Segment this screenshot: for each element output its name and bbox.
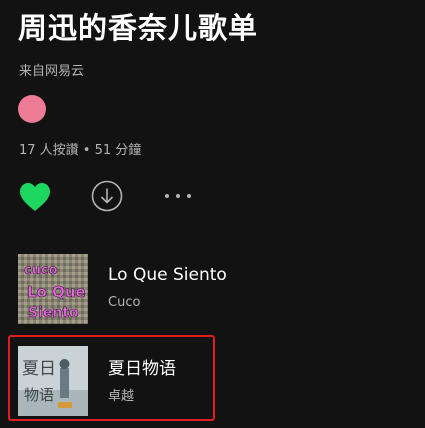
more-icon[interactable] xyxy=(161,184,195,208)
album-cover-cuco: cuco Lo Que Siento xyxy=(18,254,88,324)
playlist-source: 来自网易云 xyxy=(19,64,85,79)
playlist-title: 周迅的香奈儿歌单 xyxy=(18,11,259,45)
track-artist: Cuco xyxy=(108,295,141,310)
cover-text: 夏日 xyxy=(22,359,56,379)
playlist-stats: 17 人按讚 • 51 分鐘 xyxy=(19,143,142,158)
cover-text: 物语 xyxy=(24,386,54,404)
track-row-lo-que-siento[interactable]: cuco Lo Que Siento Lo Que Siento Cuco xyxy=(0,248,425,328)
download-icon[interactable] xyxy=(91,180,123,212)
track-row-xia-ri-wu-yu[interactable]: 夏日 物语 夏日物语 卓越 xyxy=(0,338,425,418)
cover-text: Siento xyxy=(28,305,79,321)
heart-icon[interactable] xyxy=(18,181,52,213)
album-cover-zhuoyue: 夏日 物语 xyxy=(18,346,88,416)
cover-text: Lo Que xyxy=(27,283,86,301)
owner-avatar[interactable] xyxy=(18,95,46,123)
track-artist: 卓越 xyxy=(108,389,135,404)
track-title: 夏日物语 xyxy=(108,359,176,379)
track-title: Lo Que Siento xyxy=(108,265,227,285)
cover-text: cuco xyxy=(24,263,58,278)
